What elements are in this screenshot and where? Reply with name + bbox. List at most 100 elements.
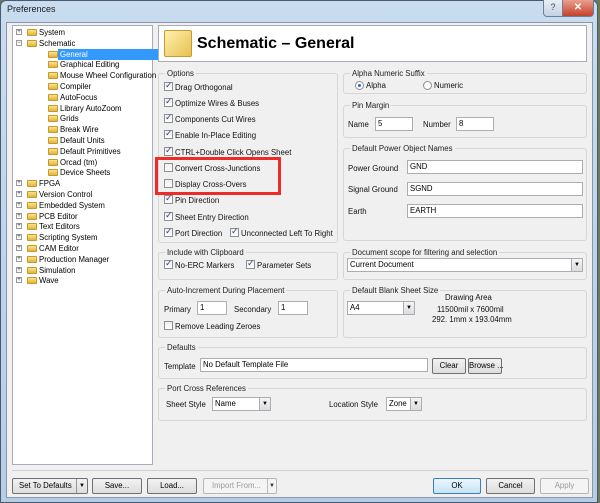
no-erc-markers-checkbox[interactable] (164, 258, 173, 269)
import-from-button[interactable]: Import From... ▼ (203, 478, 277, 494)
tree-item-label: CAM Editor (39, 244, 79, 253)
tree-item-label: Version Control (39, 190, 93, 199)
template-input[interactable]: No Default Template File (200, 358, 428, 372)
chevron-down-icon[interactable]: ▼ (259, 398, 270, 410)
primary-input[interactable]: 1 (197, 301, 227, 315)
remove-leading-zeroes-checkbox[interactable] (164, 321, 173, 330)
button-label: Import From... (212, 481, 261, 490)
option-checkbox[interactable] (164, 96, 173, 107)
secondary-input[interactable]: 1 (278, 301, 308, 315)
tree-item-label: Default Units (60, 136, 105, 145)
tree-item[interactable]: Default Primitives (16, 146, 152, 157)
alpha-radio[interactable] (355, 81, 364, 90)
close-button[interactable]: ✕ (562, 0, 594, 17)
tree-item[interactable]: − Schematic (16, 38, 152, 49)
pin-number-margin-input[interactable]: 8 (456, 117, 494, 131)
folder-icon (27, 223, 37, 231)
expand-icon[interactable]: + (16, 234, 22, 241)
save-button[interactable]: Save... (92, 478, 142, 494)
expand-icon[interactable]: + (16, 245, 22, 251)
tree-item[interactable]: Compiler (16, 81, 152, 92)
tree-item[interactable]: + Text Editors (16, 221, 152, 232)
chevron-down-icon[interactable]: ▼ (267, 479, 276, 493)
expand-icon[interactable]: + (16, 212, 22, 219)
sheet-style-select[interactable]: Name ▼ (212, 397, 271, 411)
browse-button[interactable]: Browse ... (468, 358, 504, 374)
option-label: CTRL+Double Click Opens Sheet (175, 148, 292, 157)
tree-item[interactable]: + Embedded System (16, 200, 152, 211)
option-checkbox[interactable] (164, 128, 173, 139)
tree-item[interactable]: Mouse Wheel Configuration (16, 70, 156, 81)
parameter-sets-checkbox[interactable] (246, 258, 255, 269)
expand-icon[interactable]: + (16, 223, 22, 230)
tree-item-label: Production Manager (39, 254, 110, 264)
location-style-select[interactable]: Zone ▼ (386, 397, 422, 411)
tree-item[interactable]: Default Units (16, 135, 152, 146)
help-button[interactable]: ? (543, 0, 563, 17)
earth-input[interactable]: EARTH (407, 204, 583, 218)
option-checkbox[interactable] (164, 80, 173, 91)
tree-item[interactable]: + Version Control (16, 189, 152, 200)
preferences-tree[interactable]: + System − Schematic General Graphical Editin… (12, 25, 165, 465)
folder-icon (48, 147, 58, 155)
set-to-defaults-button[interactable]: Set To Defaults ▼ (12, 478, 88, 494)
no-erc-markers-label: No-ERC Markers (175, 261, 235, 270)
tree-item[interactable]: + FPGA (16, 178, 152, 189)
tree-item[interactable]: AutoFocus (16, 92, 152, 103)
expand-icon[interactable]: + (16, 201, 22, 208)
highlight-rectangle (155, 157, 281, 195)
tree-item[interactable]: General (16, 48, 165, 60)
tree-item[interactable]: + System (16, 27, 152, 38)
tree-item[interactable]: Graphical Editing (16, 59, 152, 70)
signal-ground-input[interactable]: SGND (407, 182, 583, 196)
cancel-button[interactable]: Cancel (486, 478, 535, 494)
tree-item[interactable]: + Scripting System (16, 232, 152, 243)
sheet-style-label: Sheet Style (166, 400, 206, 409)
tree-item[interactable]: + Production Manager (16, 254, 152, 265)
tree-item[interactable]: Break Wire (16, 124, 152, 135)
document-scope-select[interactable]: Current Document ▼ (347, 258, 583, 272)
sheet-size-select[interactable]: A4 ▼ (347, 301, 415, 315)
tree-item[interactable]: + Wave (16, 275, 152, 286)
folder-icon (48, 137, 58, 144)
folder-icon (48, 158, 58, 166)
collapse-icon[interactable]: − (16, 39, 22, 46)
option-checkbox[interactable] (164, 112, 173, 123)
power-ground-input[interactable]: GND (407, 160, 583, 174)
tree-item[interactable]: + PCB Editor (16, 211, 152, 222)
pin-name-margin-input[interactable]: 5 (375, 117, 413, 131)
option-checkbox[interactable] (230, 226, 239, 237)
numeric-radio[interactable] (423, 81, 432, 90)
group-title: Auto-Increment During Placement (165, 286, 287, 295)
tree-item-label: PCB Editor (39, 211, 78, 221)
tree-item[interactable]: + CAM Editor (16, 243, 152, 254)
expand-icon[interactable]: + (16, 191, 22, 197)
option-checkbox[interactable] (164, 145, 173, 156)
expand-icon[interactable]: + (16, 277, 22, 284)
chevron-down-icon[interactable]: ▼ (76, 479, 87, 493)
tree-item[interactable]: Library AutoZoom (16, 103, 152, 114)
apply-button[interactable]: Apply (540, 478, 589, 494)
tree-item[interactable]: Orcad (tm) (16, 157, 152, 168)
expand-icon[interactable]: + (16, 255, 22, 262)
option-checkbox[interactable] (164, 226, 173, 237)
tree-item[interactable]: + Simulation (16, 265, 152, 276)
option-checkbox[interactable] (164, 210, 173, 221)
chevron-down-icon[interactable]: ▼ (571, 259, 582, 271)
option-checkbox[interactable] (164, 193, 173, 204)
expand-icon[interactable]: + (16, 29, 22, 35)
expand-icon[interactable]: + (16, 266, 22, 273)
tree-item[interactable]: Device Sheets (16, 167, 152, 178)
expand-icon[interactable]: + (16, 180, 22, 187)
tree-item[interactable]: Grids (16, 113, 152, 124)
group-title: Document scope for filtering and selecti… (350, 248, 500, 257)
chevron-down-icon[interactable]: ▼ (403, 302, 414, 314)
clear-button[interactable]: Clear (432, 358, 466, 374)
option-label: Unconnected Left To Right (241, 229, 333, 238)
load-button[interactable]: Load... (147, 478, 197, 494)
group-title: Default Power Object Names (350, 144, 455, 153)
ok-button[interactable]: OK (433, 478, 481, 494)
location-style-label: Location Style (329, 400, 378, 409)
selected-value: Zone (389, 399, 407, 408)
chevron-down-icon[interactable]: ▼ (410, 398, 421, 410)
